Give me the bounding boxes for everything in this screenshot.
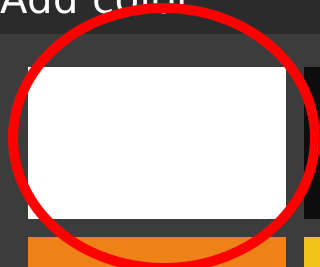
swatch-white[interactable] [28, 67, 286, 219]
swatch-orange[interactable] [28, 237, 286, 267]
swatch-yellow[interactable] [304, 237, 320, 267]
dialog-titlebar: Add color [0, 0, 320, 34]
swatch-black[interactable] [304, 67, 320, 219]
dialog-title: Add color [0, 0, 194, 23]
